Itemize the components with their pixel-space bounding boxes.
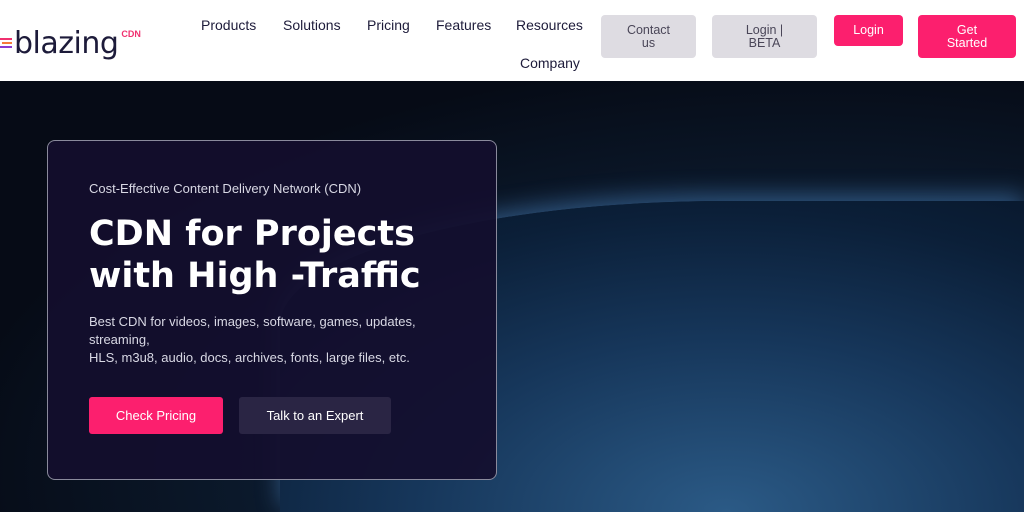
hero-title-line: with High -Traffic [89,256,421,296]
hero-title: CDN for Projects with High -Traffic [89,213,421,297]
nav-resources[interactable]: Resources [516,17,583,33]
contact-us-button[interactable]: Contact us [601,15,696,58]
blazing-logo-icon [0,38,12,48]
hero-card: Cost-Effective Content Delivery Network … [47,140,497,480]
hero-title-line: CDN for Projects [89,214,415,254]
login-button[interactable]: Login [834,15,903,46]
get-started-button[interactable]: Get Started [918,15,1016,58]
nav-company[interactable]: Company [520,55,580,71]
check-pricing-button[interactable]: Check Pricing [89,397,223,434]
login-beta-button[interactable]: Login | BETA [712,15,817,58]
nav-products[interactable]: Products [201,17,256,33]
nav-features[interactable]: Features [436,17,491,33]
hero-description-line: Best CDN for videos, images, software, g… [89,314,416,347]
talk-to-expert-button[interactable]: Talk to an Expert [239,397,391,434]
site-header: blazing CDN Products Solutions Pricing F… [0,0,1024,81]
logo-text: blazing [14,26,119,61]
hero-description-line: HLS, m3u8, audio, docs, archives, fonts,… [89,350,410,365]
hero-description: Best CDN for videos, images, software, g… [89,313,429,367]
logo[interactable]: blazing CDN [0,26,141,61]
nav-solutions[interactable]: Solutions [283,17,341,33]
logo-badge: CDN [121,29,141,39]
hero-subtitle: Cost-Effective Content Delivery Network … [89,181,362,196]
nav-pricing[interactable]: Pricing [367,17,410,33]
